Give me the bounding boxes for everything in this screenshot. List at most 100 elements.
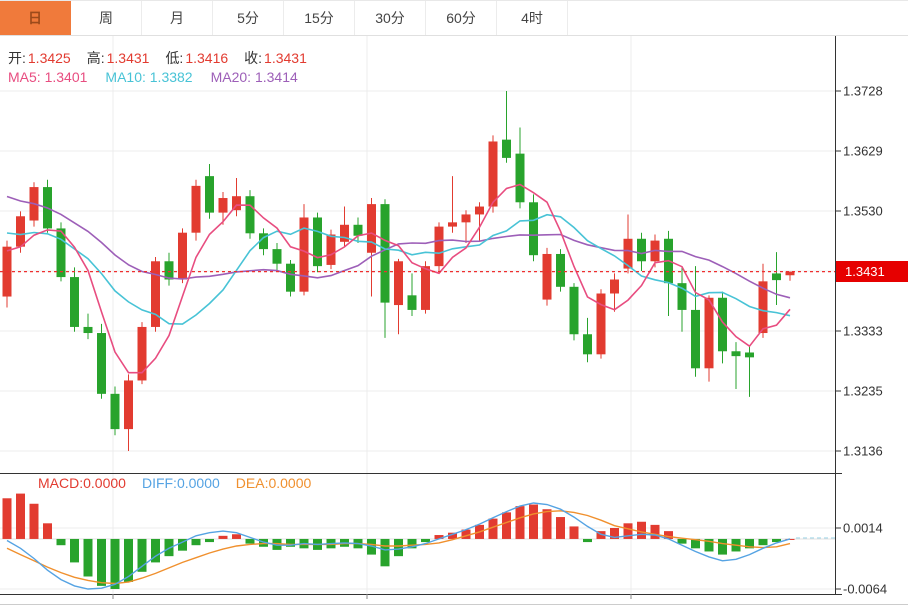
macd-bar-down — [111, 539, 120, 589]
dea-value-readout: DEA:0.0000 — [236, 475, 312, 491]
candle-up — [124, 380, 133, 429]
candle-down — [732, 351, 741, 356]
macd-bar-up — [516, 506, 525, 539]
high-readout: 高:1.3431 — [87, 48, 150, 68]
macd-bar-down — [394, 539, 403, 556]
candle-down — [286, 264, 295, 292]
candle-up — [624, 239, 633, 269]
macd-bar-down — [70, 539, 79, 562]
candle-up — [192, 186, 201, 233]
close-value: 1.3431 — [264, 50, 307, 66]
price-chart-canvas: 1.37281.36291.35301.33331.32351.31360.00… — [0, 1, 908, 606]
candle-down — [745, 352, 754, 357]
macd-bar-down — [421, 539, 430, 542]
candle-up — [786, 272, 795, 276]
macd-bar-down — [246, 539, 255, 544]
candle-down — [165, 261, 174, 279]
ma-lines — [7, 185, 790, 373]
diff-value-readout: DIFF:0.0000 — [142, 475, 220, 491]
macd-bar-down — [759, 539, 768, 545]
y-axis-label: 1.3235 — [843, 384, 883, 399]
low-readout: 低:1.3416 — [165, 48, 228, 68]
macd-bar-up — [475, 525, 484, 539]
candle-down — [313, 217, 322, 266]
macd-bar-up — [570, 526, 579, 539]
candle-down — [84, 327, 93, 333]
tab-month[interactable]: 月 — [142, 1, 213, 35]
macd-bar-down — [124, 539, 133, 582]
candle-up — [462, 214, 471, 222]
macd-bar-up — [664, 531, 673, 539]
candle-up — [489, 141, 498, 206]
candle-down — [570, 287, 579, 334]
candle-down — [354, 225, 363, 236]
macd-bar-up — [16, 494, 25, 539]
candle-up — [327, 235, 336, 265]
diff-label: DIFF: — [142, 475, 177, 491]
ma5-value: 1.3401 — [45, 69, 88, 85]
candle-down — [678, 283, 687, 310]
tab-5min[interactable]: 5分 — [213, 1, 284, 35]
candle-down — [664, 239, 673, 283]
macd-bar-down — [327, 539, 336, 548]
macd-bar-down — [286, 539, 295, 547]
candle-up — [232, 196, 241, 210]
ma10-label: MA10: — [105, 69, 145, 85]
tab-week[interactable]: 周 — [71, 1, 142, 35]
macd-panel — [3, 494, 836, 589]
candle-down — [718, 298, 727, 352]
candle-down — [43, 187, 52, 228]
macd-bar-up — [502, 512, 511, 539]
candle-up — [178, 233, 187, 280]
ma10-line — [7, 215, 790, 324]
macd-bar-down — [691, 539, 700, 548]
macd-bar-up — [43, 523, 52, 539]
tab-4hour[interactable]: 4时 — [497, 1, 568, 35]
macd-bar-up — [624, 523, 633, 539]
tab-15min[interactable]: 15分 — [284, 1, 355, 35]
open-label: 开: — [8, 50, 26, 66]
low-value: 1.3416 — [185, 50, 228, 66]
ma20-line — [7, 197, 790, 298]
timeframe-tabs: 日周月5分15分30分60分4时 — [0, 1, 908, 36]
tab-30min[interactable]: 30分 — [355, 1, 426, 35]
macd-bar-down — [381, 539, 390, 566]
candle-down — [381, 204, 390, 303]
macd-bar-down — [718, 539, 727, 555]
macd-bar-down — [205, 539, 214, 542]
high-label: 高: — [87, 50, 105, 66]
macd-bar-up — [489, 519, 498, 539]
macd-bar-up — [556, 517, 565, 539]
candle-up — [16, 216, 25, 246]
kline-chart-window: 日周月5分15分30分60分4时 1.37281.36291.35301.333… — [0, 0, 908, 605]
candle-down — [637, 239, 646, 262]
close-readout: 收:1.3431 — [244, 48, 307, 68]
candle-down — [205, 176, 214, 212]
candle-up — [30, 187, 39, 220]
candle-down — [57, 228, 66, 277]
macd-bar-down — [300, 539, 309, 548]
candle-down — [772, 273, 781, 280]
tab-day[interactable]: 日 — [0, 1, 71, 35]
candle-up — [651, 241, 660, 262]
candle-up — [138, 327, 147, 381]
candle-up — [597, 294, 606, 355]
macd-bar-down — [583, 539, 592, 542]
tab-60min[interactable]: 60分 — [426, 1, 497, 35]
current-price-badge: 1.3431 — [836, 261, 908, 282]
macd-bar-up — [786, 539, 795, 540]
y-axis-label: 1.3530 — [843, 204, 883, 219]
candle-down — [273, 249, 282, 264]
macd-bar-up — [651, 525, 660, 539]
macd-bar-up — [435, 535, 444, 539]
dea-value: 0.0000 — [268, 475, 311, 491]
macd-bar-up — [637, 522, 646, 539]
macd-bar-up — [543, 509, 552, 539]
macd-axis-label: -0.0064 — [843, 582, 887, 597]
macd-bar-down — [745, 539, 754, 548]
ma-readout: MA5: 1.3401 MA10: 1.3382 MA20: 1.3414 — [8, 69, 298, 85]
y-axis-label: 1.3728 — [843, 84, 883, 99]
candle-up — [475, 207, 484, 215]
candle-down — [97, 333, 106, 394]
axes: 1.37281.36291.35301.33331.32351.31360.00… — [0, 36, 908, 605]
